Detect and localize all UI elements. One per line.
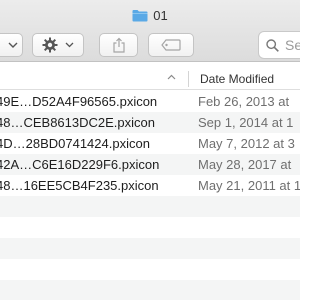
file-name: 42A…C6E16D229F6.pxicon	[0, 157, 160, 172]
window-title: 01	[0, 6, 300, 24]
file-date-modified: May 21, 2011 at 1	[198, 178, 300, 193]
view-options-button[interactable]	[0, 33, 23, 57]
tag-icon	[161, 39, 181, 51]
chevron-down-icon	[65, 42, 74, 48]
column-header: Date Modified	[0, 68, 300, 90]
toolbar: 01 Se	[0, 0, 300, 62]
share-icon	[112, 37, 125, 53]
empty-row	[0, 280, 300, 300]
folder-icon	[132, 9, 148, 21]
gear-icon	[42, 37, 58, 53]
empty-row	[0, 238, 300, 259]
share-button[interactable]	[99, 33, 138, 57]
empty-row	[0, 217, 300, 238]
file-row[interactable]: 48…CEB8613DC2E.pxicon Sep 1, 2014 at 1	[0, 112, 300, 133]
file-row[interactable]: 4D…28BD0741424.pxicon May 7, 2012 at 3	[0, 133, 300, 154]
file-name: 49E…D52A4F96565.pxicon	[0, 94, 158, 109]
file-list: 49E…D52A4F96565.pxicon Feb 26, 2013 at 4…	[0, 91, 300, 300]
empty-row	[0, 196, 300, 217]
date-modified-column-header[interactable]: Date Modified	[200, 72, 274, 86]
file-date-modified: Feb 26, 2013 at	[198, 94, 290, 109]
file-name: 4D…28BD0741424.pxicon	[0, 136, 150, 151]
search-icon	[266, 38, 279, 52]
search-placeholder: Se	[285, 37, 300, 53]
file-row[interactable]: 42A…C6E16D229F6.pxicon May 28, 2017 at	[0, 154, 300, 175]
finder-window: 01 Se Date Modified 49E…D52A4F96565.pxic…	[0, 0, 300, 300]
column-divider[interactable]	[188, 71, 189, 87]
file-row[interactable]: 49E…D52A4F96565.pxicon Feb 26, 2013 at	[0, 91, 300, 112]
file-date-modified: May 28, 2017 at	[198, 157, 292, 172]
chevron-down-icon	[8, 42, 17, 48]
tags-button[interactable]	[148, 33, 194, 57]
search-field[interactable]: Se	[258, 31, 300, 59]
file-date-modified: May 7, 2012 at 3	[198, 136, 295, 151]
file-date-modified: Sep 1, 2014 at 1	[198, 115, 294, 130]
file-name: 48…CEB8613DC2E.pxicon	[0, 115, 155, 130]
window-title-label: 01	[153, 7, 168, 23]
file-row[interactable]: 48…16EE5CB4F235.pxicon May 21, 2011 at 1	[0, 175, 300, 196]
action-button[interactable]	[32, 33, 84, 57]
empty-row	[0, 259, 300, 280]
file-name: 48…16EE5CB4F235.pxicon	[0, 178, 159, 193]
sort-ascending-icon[interactable]	[167, 74, 176, 80]
